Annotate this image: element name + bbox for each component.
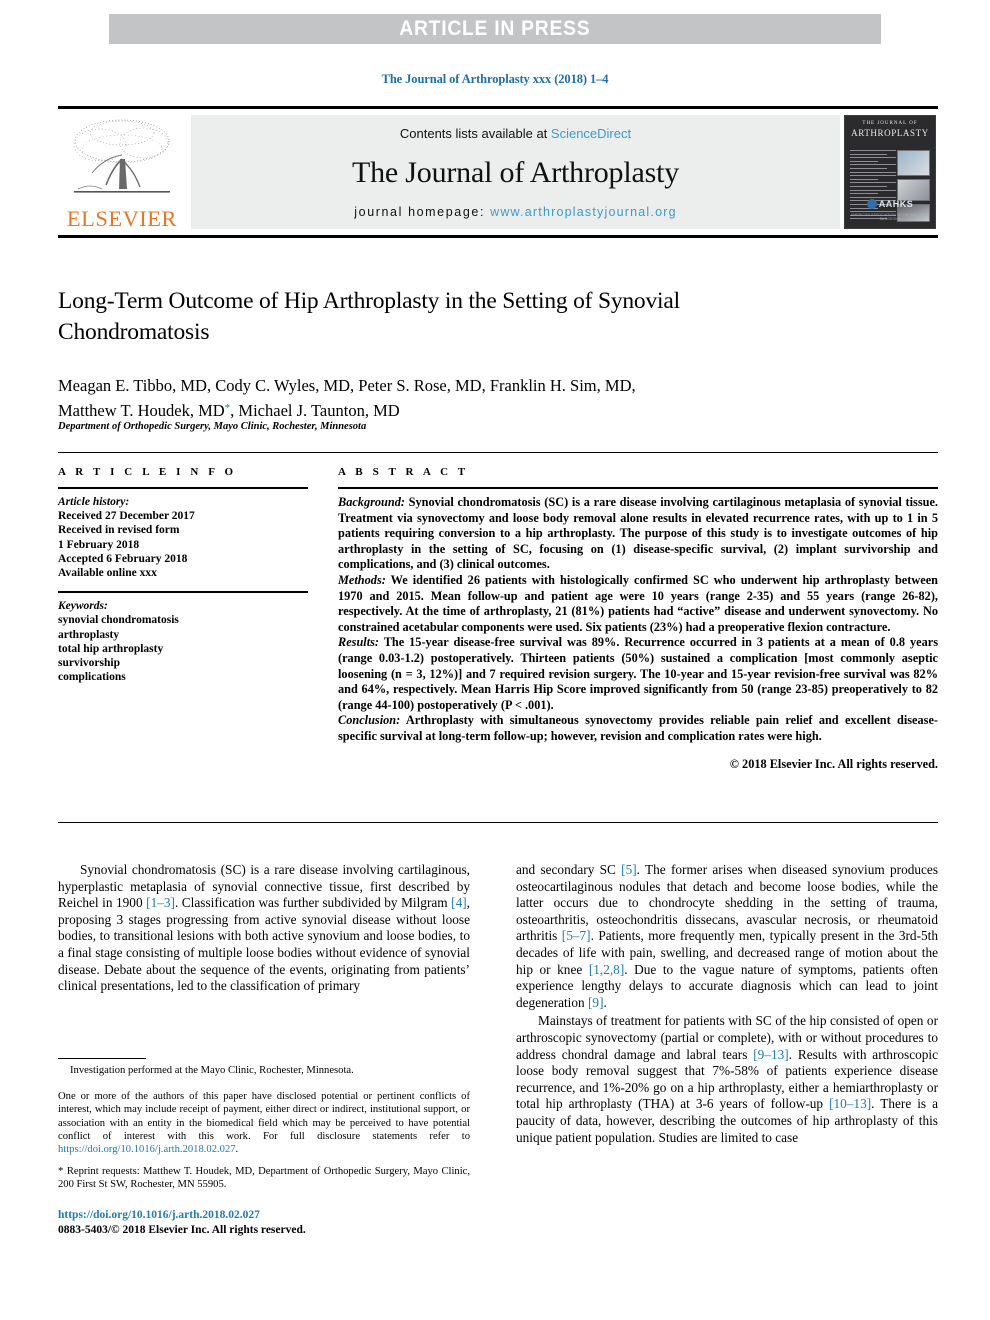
footnote-disclosure-text: One or more of the authors of this paper… <box>58 1091 470 1142</box>
citation-reference[interactable]: [1,2,8] <box>589 962 624 977</box>
abstract-section-text: Arthroplasty with simultaneous synovecto… <box>338 713 938 743</box>
contents-lists-line: Contents lists available at ScienceDirec… <box>400 126 631 141</box>
aahks-sublabel: AMERICAN ASSOCIATION OF HIP AND KNEE SUR… <box>850 213 930 221</box>
abstract-section: Results: The 15-year disease-free surviv… <box>338 635 938 713</box>
body-text-run: and secondary SC <box>516 862 622 877</box>
article-history-item: Available online xxx <box>58 567 157 580</box>
article-doi-link[interactable]: https://doi.org/10.1016/j.arth.2018.02.0… <box>58 1209 260 1221</box>
article-in-press-banner: ARTICLE IN PRESS <box>109 14 881 44</box>
body-column-right: and secondary SC [5]. The former arises … <box>516 862 938 1148</box>
keyword-item: total hip arthroplasty <box>58 642 164 655</box>
abstract-section-label: Background: <box>338 495 405 509</box>
article-info-heading: A R T I C L E I N F O <box>58 466 237 478</box>
abstract-section-label: Results: <box>338 635 379 650</box>
masthead-center-panel: Contents lists available at ScienceDirec… <box>191 115 840 229</box>
keywords-block: Keywords: synovial chondromatosis arthro… <box>58 599 308 684</box>
article-history-item: Received 27 December 2017 <box>58 510 195 523</box>
abstract-section-text: We identified 26 patients with histologi… <box>338 572 938 634</box>
elsevier-wordmark: ELSEVIER <box>66 206 177 231</box>
article-history-item: Received in revised form <box>58 524 180 537</box>
footnote-reprint-requests: * Reprint requests: Matthew T. Houdek, M… <box>58 1165 470 1191</box>
citation-reference[interactable]: [5–7] <box>562 928 591 943</box>
elsevier-logo: ELSEVIER <box>58 109 185 235</box>
keywords-label: Keywords: <box>58 600 108 613</box>
keyword-item: survivorship <box>58 657 120 670</box>
body-column-left: Synovial chondromatosis (SC) is a rare d… <box>58 862 470 997</box>
article-info-column: A R T I C L E I N F O Article history: R… <box>58 466 308 684</box>
body-paragraph: Synovial chondromatosis (SC) is a rare d… <box>58 862 470 995</box>
citation-reference[interactable]: [10–13] <box>829 1096 871 1111</box>
journal-cover-thumbnail: THE JOURNAL OF ARTHROPLASTY AAHKS AMERIC… <box>844 115 936 229</box>
abstract-section-text: Synovial chondromatosis (SC) is a rare d… <box>338 495 938 572</box>
cover-title-line1: THE JOURNAL OF <box>862 121 918 126</box>
footnote-separator-rule <box>58 1058 146 1059</box>
journal-homepage-link[interactable]: www.arthroplastyjournal.org <box>490 205 677 219</box>
body-text-run: . Classification was further subdivided … <box>174 895 452 911</box>
abstract-section-label: Conclusion: <box>338 713 401 728</box>
doi-issn-block: https://doi.org/10.1016/j.arth.2018.02.0… <box>58 1208 470 1237</box>
journal-homepage-line: journal homepage: www.arthroplastyjourna… <box>354 205 676 219</box>
author-line-2-b: , Michael J. Taunton, MD <box>230 401 400 420</box>
elsevier-tree-icon <box>73 119 170 193</box>
body-paragraph: and secondary SC [5]. The former arises … <box>516 862 938 1011</box>
abstract-copyright: © 2018 Elsevier Inc. All rights reserved… <box>729 756 938 771</box>
citation-reference[interactable]: [9] <box>588 995 604 1010</box>
article-history-label: Article history: <box>58 496 130 508</box>
journal-masthead: ELSEVIER Contents lists available at Sci… <box>58 106 938 238</box>
citation-reference[interactable]: [5] <box>621 862 637 877</box>
disclosure-doi-link[interactable]: https://doi.org/10.1016/j.arth.2018.02.0… <box>58 1144 236 1155</box>
abstract-section: Background: Synovial chondromatosis (SC)… <box>338 495 938 573</box>
citation-reference[interactable]: [9–13] <box>753 1047 788 1062</box>
aahks-mark-icon <box>866 199 877 209</box>
article-history-item: Accepted 6 February 2018 <box>58 552 188 565</box>
author-line-2-a: Matthew T. Houdek, MD <box>58 401 225 420</box>
footnote-disclosure-suffix: . <box>235 1144 239 1156</box>
abstract-section-label: Methods: <box>338 572 386 587</box>
footnote-disclosure: One or more of the authors of this paper… <box>58 1090 470 1156</box>
abstract-heading: A B S T R A C T <box>338 466 469 478</box>
abstract-section: Methods: We identified 26 patients with … <box>338 573 938 635</box>
aahks-label: AAHKS <box>878 199 914 209</box>
author-list: Meagan E. Tibbo, MD, Cody C. Wyles, MD, … <box>58 374 848 422</box>
body-text-run: . <box>603 994 607 1010</box>
contents-lists-prefix: Contents lists available at <box>399 126 551 141</box>
cover-society-logo: AAHKS AMERICAN ASSOCIATION OF HIP AND KN… <box>845 194 935 221</box>
abstract-section-text: The 15-year disease-free survival was 89… <box>338 635 938 712</box>
abstract-column: A B S T R A C T Background: Synovial cho… <box>338 466 938 772</box>
page-title: Long-Term Outcome of Hip Arthroplasty in… <box>58 288 680 345</box>
keywords-rule <box>58 591 308 594</box>
info-section-top-rule <box>58 452 938 453</box>
sciencedirect-link[interactable]: ScienceDirect <box>551 126 631 141</box>
citation-reference[interactable]: [4] <box>451 895 467 910</box>
author-line-1: Meagan E. Tibbo, MD, Cody C. Wyles, MD, … <box>58 376 636 395</box>
citation-reference[interactable]: [1–3] <box>146 895 175 910</box>
cover-title-line2: ARTHROPLASTY <box>851 128 929 138</box>
abstract-rule <box>338 487 938 489</box>
journal-title: The Journal of Arthroplasty <box>351 156 680 189</box>
article-history-item: 1 February 2018 <box>58 538 140 551</box>
article-history-block: Article history: Received 27 December 20… <box>58 495 308 580</box>
article-info-rule <box>58 487 308 489</box>
abstract-body: Background: Synovial chondromatosis (SC)… <box>338 495 938 772</box>
journal-homepage-prefix: journal homepage: <box>354 205 491 219</box>
abstract-section: Conclusion: Arthroplasty with simultaneo… <box>338 713 938 744</box>
running-head-citation: The Journal of Arthroplasty xxx (2018) 1… <box>381 72 609 86</box>
article-in-press-label: ARTICLE IN PRESS <box>399 17 591 40</box>
footnote-investigation: Investigation performed at the Mayo Clin… <box>70 1065 354 1076</box>
footnotes-block: Investigation performed at the Mayo Clin… <box>58 1064 470 1201</box>
keyword-item: complications <box>58 671 126 684</box>
keyword-item: arthroplasty <box>58 628 120 641</box>
cover-title-block: THE JOURNAL OF ARTHROPLASTY <box>845 121 935 138</box>
keyword-item: synovial chondromatosis <box>58 614 179 627</box>
author-affiliation: Department of Orthopedic Surgery, Mayo C… <box>58 421 367 432</box>
footnote-reprint-text: Reprint requests: Matthew T. Houdek, MD,… <box>58 1166 470 1191</box>
issn-copyright-line: 0883-5403/© 2018 Elsevier Inc. All right… <box>58 1223 306 1236</box>
body-paragraph: Mainstays of treatment for patients with… <box>516 1013 938 1146</box>
abstract-bottom-rule <box>58 822 938 823</box>
